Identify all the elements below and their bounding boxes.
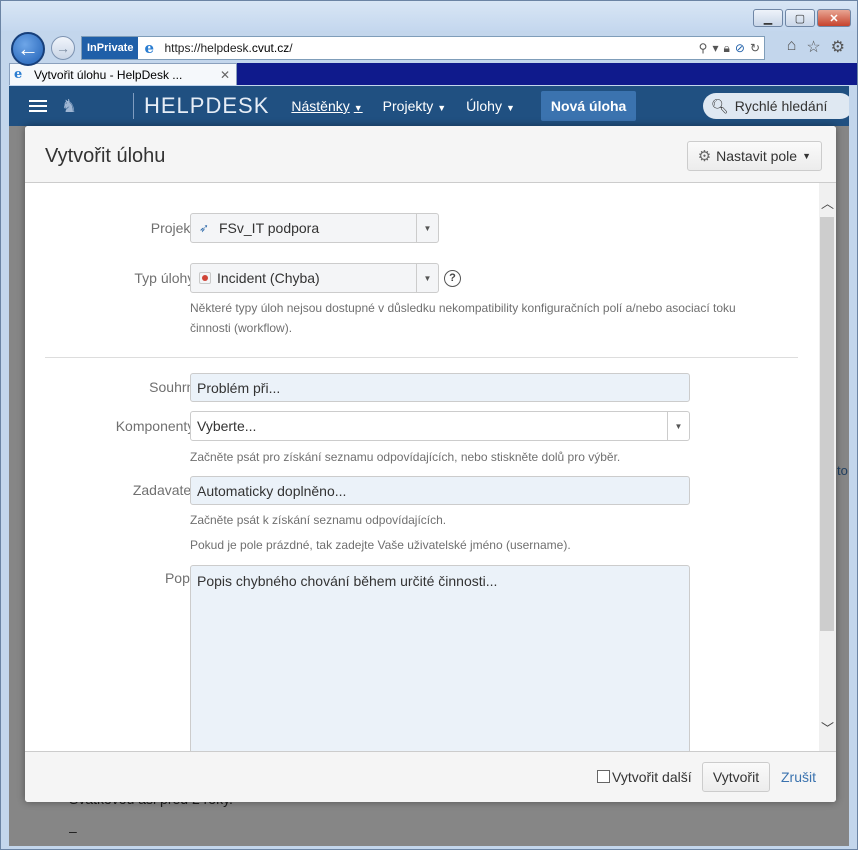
lion-logo-icon: ♞: [61, 96, 78, 116]
lock-icon[interactable]: 🔒︎: [723, 41, 729, 56]
issue-type-select[interactable]: Incident (Chyba) ▼: [190, 263, 439, 293]
project-select[interactable]: ➶ FSv_IT podpora ▼: [190, 213, 439, 243]
reporter-hint-username: Pokud je pole prázdné, tak zadejte Vaše …: [190, 538, 571, 552]
chevron-down-icon[interactable]: ▼: [416, 214, 438, 242]
menu-icon[interactable]: [29, 97, 47, 115]
scrollbar-thumb[interactable]: [820, 217, 834, 631]
maximize-button[interactable]: ▢: [785, 9, 815, 27]
components-select[interactable]: Vyberte... ▼: [190, 411, 690, 441]
components-hint: Začněte psát pro získání seznamu odpovíd…: [190, 450, 621, 464]
project-icon: ➶: [199, 221, 210, 235]
reporter-hint: Začněte psát k získání seznamu odpovídaj…: [190, 513, 447, 527]
quick-search-input[interactable]: 🔍︎ Rychlé hledání: [703, 93, 849, 119]
scroll-down-icon[interactable]: ﹀: [819, 718, 836, 738]
create-button[interactable]: Vytvořit: [702, 762, 770, 792]
chevron-down-icon: ▼: [802, 151, 811, 161]
nav-projects[interactable]: Projekty ▼: [383, 98, 447, 114]
search-icon: 🔍︎: [711, 97, 729, 114]
home-icon[interactable]: ⌂: [787, 37, 797, 57]
new-issue-button[interactable]: Nová úloha: [540, 91, 637, 121]
cvut-logo[interactable]: ♞ HELPDESK: [61, 93, 291, 119]
tab-close-icon[interactable]: ✕: [220, 68, 230, 82]
chevron-down-icon: ▼: [505, 103, 515, 113]
ie-icon: e: [144, 39, 155, 57]
top-navigation: Nástěnky ▼ Projekty ▼ Úlohy ▼ Nová úloha: [291, 91, 637, 121]
components-label: Komponenty*: [115, 415, 200, 434]
browser-window: ▁ ▢ ✕ ← → InPrivate e https://helpdesk.c…: [0, 0, 858, 850]
web-page: ♞ HELPDESK Nástěnky ▼ Projekty ▼ Úlohy ▼ No…: [9, 86, 849, 846]
browser-tab-active[interactable]: e Vytvořit úlohu - HelpDesk ... ✕: [9, 63, 237, 85]
summary-input[interactable]: Problém při...: [190, 373, 690, 402]
close-window-button[interactable]: ✕: [817, 9, 851, 27]
back-button[interactable]: ←: [11, 32, 45, 66]
browser-navbar: ← → InPrivate e https://helpdesk.cvut.cz…: [1, 31, 857, 66]
url-text[interactable]: https://helpdesk.cvut.cz/: [164, 41, 698, 55]
chevron-down-icon[interactable]: ▼: [667, 412, 689, 440]
tab-title: Vytvořit úlohu - HelpDesk ...: [34, 67, 183, 82]
inprivate-badge: InPrivate: [82, 37, 139, 59]
forward-button[interactable]: →: [51, 36, 75, 60]
create-another-checkbox[interactable]: [597, 770, 610, 783]
reporter-input[interactable]: Automaticky doplněno...: [190, 476, 690, 505]
favorites-star-icon[interactable]: ☆: [806, 37, 820, 57]
new-tab-area[interactable]: [237, 63, 857, 85]
tab-ie-icon: e: [14, 66, 23, 82]
help-icon[interactable]: ?: [444, 270, 461, 287]
dialog-footer: Vytvořit další Vytvořit Zrušit: [25, 751, 836, 802]
description-textarea[interactable]: Popis chybného chování během určité činn…: [190, 565, 690, 751]
helpdesk-header: ♞ HELPDESK Nástěnky ▼ Projekty ▼ Úlohy ▼ No…: [9, 86, 849, 126]
chevron-down-icon[interactable]: ▼: [416, 264, 438, 292]
minimize-button[interactable]: ▁: [753, 9, 783, 27]
settings-gear-icon[interactable]: ⚙: [831, 37, 845, 57]
issue-type-hint: Některé typy úloh nejsou dostupné v důsl…: [190, 301, 736, 335]
nav-dashboards[interactable]: Nástěnky ▼: [291, 98, 362, 114]
dialog-header: Vytvořit úlohu ⚙ Nastavit pole ▼: [25, 126, 836, 183]
create-another-label[interactable]: Vytvořit další: [612, 769, 692, 785]
gear-icon: ⚙: [697, 148, 712, 165]
configure-fields-button[interactable]: ⚙ Nastavit pole ▼: [686, 141, 822, 171]
tab-strip: e Vytvořit úlohu - HelpDesk ... ✕: [1, 63, 857, 85]
chevron-down-icon: ▼: [353, 103, 363, 113]
search-icon[interactable]: ⚲: [699, 41, 708, 55]
section-divider: [45, 357, 798, 358]
address-bar[interactable]: InPrivate e https://helpdesk.cvut.cz/ ⚲ …: [81, 36, 765, 60]
create-issue-dialog: Vytvořit úlohu ⚙ Nastavit pole ▼ Projekt…: [25, 126, 836, 802]
scroll-up-icon[interactable]: ︿: [819, 193, 836, 213]
dialog-body: Projekt* ➶ FSv_IT podpora ▼ Typ úlohy* I…: [25, 183, 836, 751]
nav-issues[interactable]: Úlohy ▼: [466, 98, 515, 114]
dropdown-icon[interactable]: ▾: [712, 41, 718, 55]
brand-name: HELPDESK: [144, 93, 270, 118]
dialog-title: Vytvořit úlohu: [45, 145, 166, 167]
window-titlebar: ▁ ▢ ✕: [1, 1, 857, 31]
chevron-down-icon: ▼: [437, 103, 447, 113]
tracking-protection-icon[interactable]: ⊘: [735, 41, 745, 55]
cancel-link[interactable]: Zrušit: [781, 769, 816, 785]
dialog-scrollbar[interactable]: ︿ ﹀: [819, 183, 836, 751]
bug-icon: [199, 272, 211, 284]
refresh-icon[interactable]: ↻: [750, 41, 760, 55]
